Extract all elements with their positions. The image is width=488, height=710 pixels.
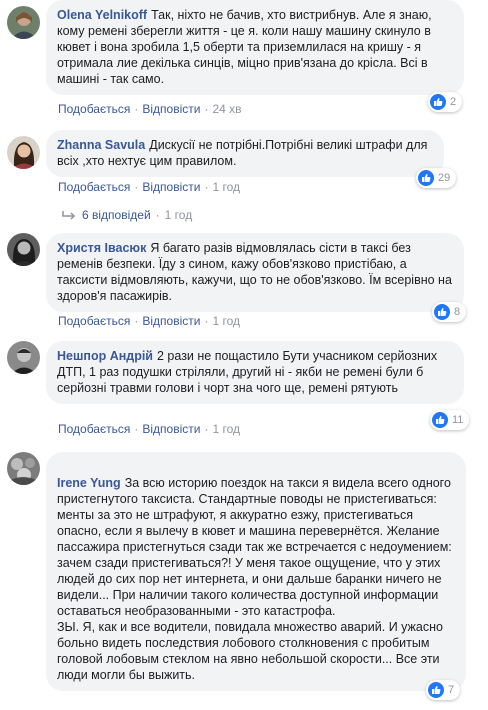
avatar[interactable]: [7, 341, 40, 374]
like-reaction-icon: [428, 682, 444, 698]
reaction-number: 8: [454, 306, 461, 318]
reaction-count[interactable]: 7: [426, 680, 461, 700]
comment-actions: Подобається · Відповісти · 1 год: [58, 314, 240, 328]
reaction-count[interactable]: 11: [430, 410, 470, 430]
reply-arrow-icon: [62, 210, 76, 220]
avatar[interactable]: [7, 452, 40, 485]
avatar-photo-icon: [7, 341, 40, 374]
reply-link[interactable]: Відповісти: [142, 180, 200, 194]
comment-bubble: Нешпор Андрій 2 рази не пощастило Бути уч…: [46, 341, 464, 404]
comment-author[interactable]: Нешпор Андрій: [57, 349, 153, 363]
avatar-photo-icon: [7, 136, 40, 169]
comment-author[interactable]: Olena Yelnikoff: [57, 8, 147, 22]
avatar-photo-icon: [7, 452, 40, 485]
replies-time: 1 год: [164, 208, 193, 222]
comment-time[interactable]: 24 хв: [212, 102, 241, 116]
like-reaction-icon: [430, 94, 446, 110]
reaction-count[interactable]: 29: [416, 168, 457, 188]
comment-time[interactable]: 1 год: [212, 422, 240, 436]
like-link[interactable]: Подобається: [58, 314, 130, 328]
like-link[interactable]: Подобається: [58, 102, 130, 116]
like-reaction-icon: [432, 412, 448, 428]
reaction-number: 2: [450, 96, 457, 108]
comment-bubble: Irene Yung За всю историю поездок на такс…: [46, 452, 466, 691]
reply-link[interactable]: Відповісти: [142, 102, 200, 116]
comment-time[interactable]: 1 год: [212, 314, 240, 328]
reaction-count[interactable]: 8: [432, 302, 467, 322]
comment-time[interactable]: 1 год: [212, 180, 240, 194]
comment-actions: Подобається · Відповісти · 1 год: [58, 422, 240, 436]
like-reaction-icon: [418, 170, 434, 186]
replies-count[interactable]: 6 відповідей: [82, 208, 151, 222]
reply-link[interactable]: Відповісти: [142, 314, 200, 328]
comment-bubble: Zhanna Savula Дискусії не потрібні.Потріб…: [46, 130, 444, 177]
avatar[interactable]: [7, 136, 40, 169]
avatar-photo-icon: [7, 233, 40, 266]
comment-author[interactable]: Христя Івасюк: [57, 241, 146, 255]
avatar[interactable]: [7, 6, 40, 39]
comment-bubble: Христя Івасюк Я багато разів відмовлялась…: [46, 233, 464, 312]
comment-actions: Подобається · Відповісти · 24 хв: [58, 102, 242, 116]
like-link[interactable]: Подобається: [58, 180, 130, 194]
view-replies-link[interactable]: 6 відповідей · 1 год: [62, 208, 192, 222]
reply-link[interactable]: Відповісти: [142, 422, 200, 436]
reaction-number: 29: [438, 172, 451, 184]
like-link[interactable]: Подобається: [58, 422, 130, 436]
comment-actions: Подобається · Відповісти · 1 год: [58, 180, 240, 194]
reaction-count[interactable]: 2: [428, 92, 463, 112]
avatar-photo-icon: [7, 6, 40, 39]
avatar[interactable]: [7, 233, 40, 266]
comment-bubble: Olena Yelnikoff Так, ніхто не бачив, хто …: [46, 0, 464, 95]
reaction-number: 7: [448, 684, 455, 696]
comment-text: За всю историю поездок на такси я видела…: [57, 476, 452, 682]
reaction-number: 11: [452, 414, 464, 426]
like-reaction-icon: [434, 304, 450, 320]
comment-author[interactable]: Zhanna Savula: [57, 138, 145, 152]
comment-author[interactable]: Irene Yung: [57, 476, 121, 490]
